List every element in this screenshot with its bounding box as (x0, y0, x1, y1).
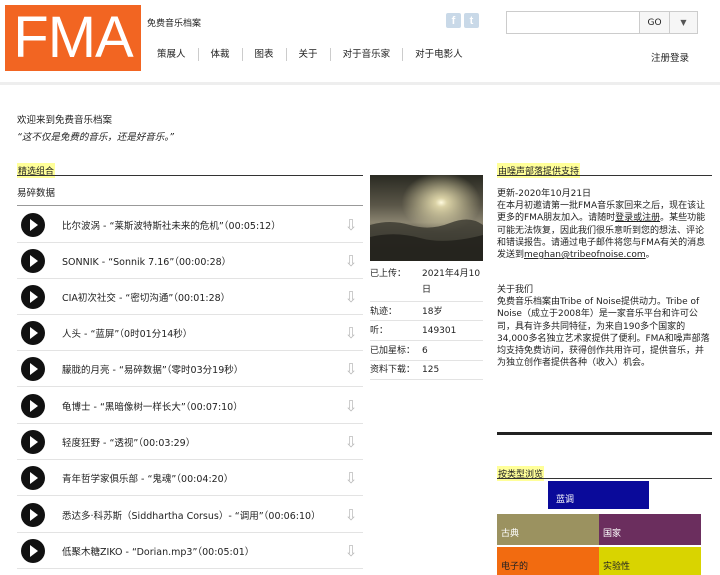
nav-genres[interactable]: 体裁 (199, 48, 243, 61)
nav-charts[interactable]: 图表 (243, 48, 287, 61)
info-value: 2021年4月10日 (422, 269, 481, 295)
track-title[interactable]: 人头 - “蓝屏”（0时01分14秒） (62, 326, 343, 340)
track-title[interactable]: 朦胧的月亮 - “易碎数据”（零时03分19秒） (62, 362, 343, 376)
track-row: 人头 - “蓝屏”（0时01分14秒） ⇩ (17, 315, 363, 351)
email-link[interactable]: meghan@tribeofnoise.com (524, 250, 646, 260)
update-title: 更新-2020年10月21日 (497, 189, 592, 199)
info-label: 资料下载： (370, 365, 416, 375)
track-row: 轻度狂野 - “透视”（00:03:29） ⇩ (17, 424, 363, 460)
genre-classical[interactable]: 古典 (497, 514, 599, 545)
play-icon[interactable] (21, 212, 45, 237)
cover-art (370, 175, 483, 261)
track-title[interactable]: CIA初次社交 - “密切沟通”（00:01:28） (62, 290, 343, 304)
info-value: 6 (422, 346, 428, 356)
login-or-register-link[interactable]: 登录或注册 (615, 213, 660, 223)
mix-title[interactable]: 易碎数据 (17, 185, 55, 199)
search-input[interactable] (506, 11, 640, 34)
update-body: 在本月初邀请第一批FMA音乐家回来之后，现在该让更多的FMA朋友加入。请随时登录… (497, 200, 712, 261)
nav-for-filmmakers[interactable]: 对于电影人 (403, 48, 475, 61)
play-icon[interactable] (21, 502, 45, 527)
info-starred: 已加星标： 6 (370, 343, 483, 361)
mix-cover-image[interactable] (370, 175, 483, 261)
facebook-icon[interactable]: f (446, 13, 461, 28)
genre-blues[interactable]: 蓝调 (548, 481, 649, 509)
logo-text: FMA (13, 5, 133, 70)
download-icon[interactable]: ⇩ (343, 398, 359, 414)
track-title[interactable]: 比尔波涡 - “莱斯波特斯社未来的危机”（00:05:12） (62, 218, 343, 232)
play-icon[interactable] (21, 393, 45, 418)
track-row: 朦胧的月亮 - “易碎数据”（零时03分19秒） ⇩ (17, 351, 363, 387)
track-title[interactable]: 青年哲学家俱乐部 - “鬼魂”（00:04:20） (62, 471, 343, 485)
nav-about[interactable]: 关于 (287, 48, 331, 61)
track-row: 比尔波涡 - “莱斯波特斯社未来的危机”（00:05:12） ⇩ (17, 207, 363, 243)
track-row: 青年哲学家俱乐部 - “鬼魂”（00:04:20） ⇩ (17, 460, 363, 496)
nav-curators[interactable]: 策展人 (145, 48, 199, 61)
update-block: 更新-2020年10月21日 在本月初邀请第一批FMA音乐家回来之后，现在该让更… (497, 188, 712, 261)
download-icon[interactable]: ⇩ (343, 507, 359, 523)
track-title[interactable]: 悉达多·科苏斯（Siddhartha Corsus）- “调用”（00:06:1… (62, 508, 343, 522)
welcome-title: 欢迎来到免费音乐档案 (17, 115, 113, 126)
track-row: CIA初次社交 - “密切沟通”（00:01:28） ⇩ (17, 279, 363, 315)
play-icon[interactable] (21, 248, 45, 273)
track-title[interactable]: 龟博士 - “黑暗像树一样长大”（00:07:10） (62, 399, 343, 413)
genre-electronic[interactable]: 电子的 (497, 547, 599, 575)
about-title: 关于我们 (497, 285, 534, 295)
download-icon[interactable]: ⇩ (343, 470, 359, 486)
genre-country[interactable]: 国家 (599, 514, 701, 545)
search-go-button[interactable]: GO (639, 11, 670, 34)
info-downloads: 资料下载： 125 (370, 362, 483, 380)
section-divider (497, 432, 712, 435)
download-icon[interactable]: ⇩ (343, 289, 359, 305)
fma-logo[interactable]: FMA (5, 5, 141, 71)
tracklist-top-line (17, 205, 363, 206)
download-icon[interactable]: ⇩ (343, 325, 359, 341)
play-icon[interactable] (21, 320, 45, 345)
info-tracks: 轨迹： 18岁 (370, 304, 483, 321)
info-value: 149301 (422, 326, 457, 336)
info-listens: 听： 149301 (370, 323, 483, 341)
about-body: 免费音乐档案由Tribe of Noise提供动力。Tribe of Noise… (497, 297, 710, 369)
download-icon[interactable]: ⇩ (343, 361, 359, 377)
genres-divider (497, 478, 712, 479)
track-title[interactable]: SONNIK - “Sonnik 7.16”（00:00:28） (62, 254, 343, 268)
info-label: 听： (370, 326, 389, 336)
track-title[interactable]: 低聚木糖ZIKO - “Dorian.mp3”（00:05:01） (62, 544, 343, 558)
track-row: 悉达多·科苏斯（Siddhartha Corsus）- “调用”（00:06:1… (17, 497, 363, 533)
download-icon[interactable]: ⇩ (343, 543, 359, 559)
track-row: SONNIK - “Sonnik 7.16”（00:00:28） ⇩ (17, 243, 363, 279)
info-label: 已上传： (370, 269, 407, 279)
search-options-dropdown[interactable]: ▼ (669, 11, 698, 34)
play-icon[interactable] (21, 356, 45, 381)
play-icon[interactable] (21, 284, 45, 309)
track-row: 低聚木糖ZIKO - “Dorian.mp3”（00:05:01） ⇩ (17, 533, 363, 569)
play-icon[interactable] (21, 465, 45, 490)
main-nav: 策展人 体裁 图表 关于 对于音乐家 对于电影人 (145, 48, 475, 61)
support-divider (497, 175, 712, 176)
featured-divider (17, 175, 363, 176)
play-icon[interactable] (21, 429, 45, 454)
genre-experimental[interactable]: 实验性 (599, 547, 701, 575)
download-icon[interactable]: ⇩ (343, 217, 359, 233)
nav-for-musicians[interactable]: 对于音乐家 (331, 48, 404, 61)
info-value: 18岁 (422, 307, 443, 317)
header-divider (0, 82, 720, 85)
track-row: 龟博士 - “黑暗像树一样长大”（00:07:10） ⇩ (17, 388, 363, 424)
info-value: 125 (422, 365, 440, 375)
twitter-icon[interactable]: t (464, 13, 479, 28)
track-title[interactable]: 轻度狂野 - “透视”（00:03:29） (62, 435, 343, 449)
update-text-3: 。 (645, 250, 655, 261)
play-icon[interactable] (21, 538, 45, 563)
site-title: 免费音乐档案 (147, 19, 202, 29)
download-icon[interactable]: ⇩ (343, 253, 359, 269)
login-register-link[interactable]: 注册登录 (651, 50, 689, 64)
info-uploaded: 已上传： 2021年4月10日 (370, 266, 483, 302)
info-label: 已加星标： (370, 346, 416, 356)
info-label: 轨迹： (370, 307, 398, 317)
about-block: 关于我们 免费音乐档案由Tribe of Noise提供动力。Tribe of … (497, 284, 712, 369)
tagline: “这不仅是免费的音乐，还是好音乐。” (17, 132, 175, 143)
download-icon[interactable]: ⇩ (343, 434, 359, 450)
